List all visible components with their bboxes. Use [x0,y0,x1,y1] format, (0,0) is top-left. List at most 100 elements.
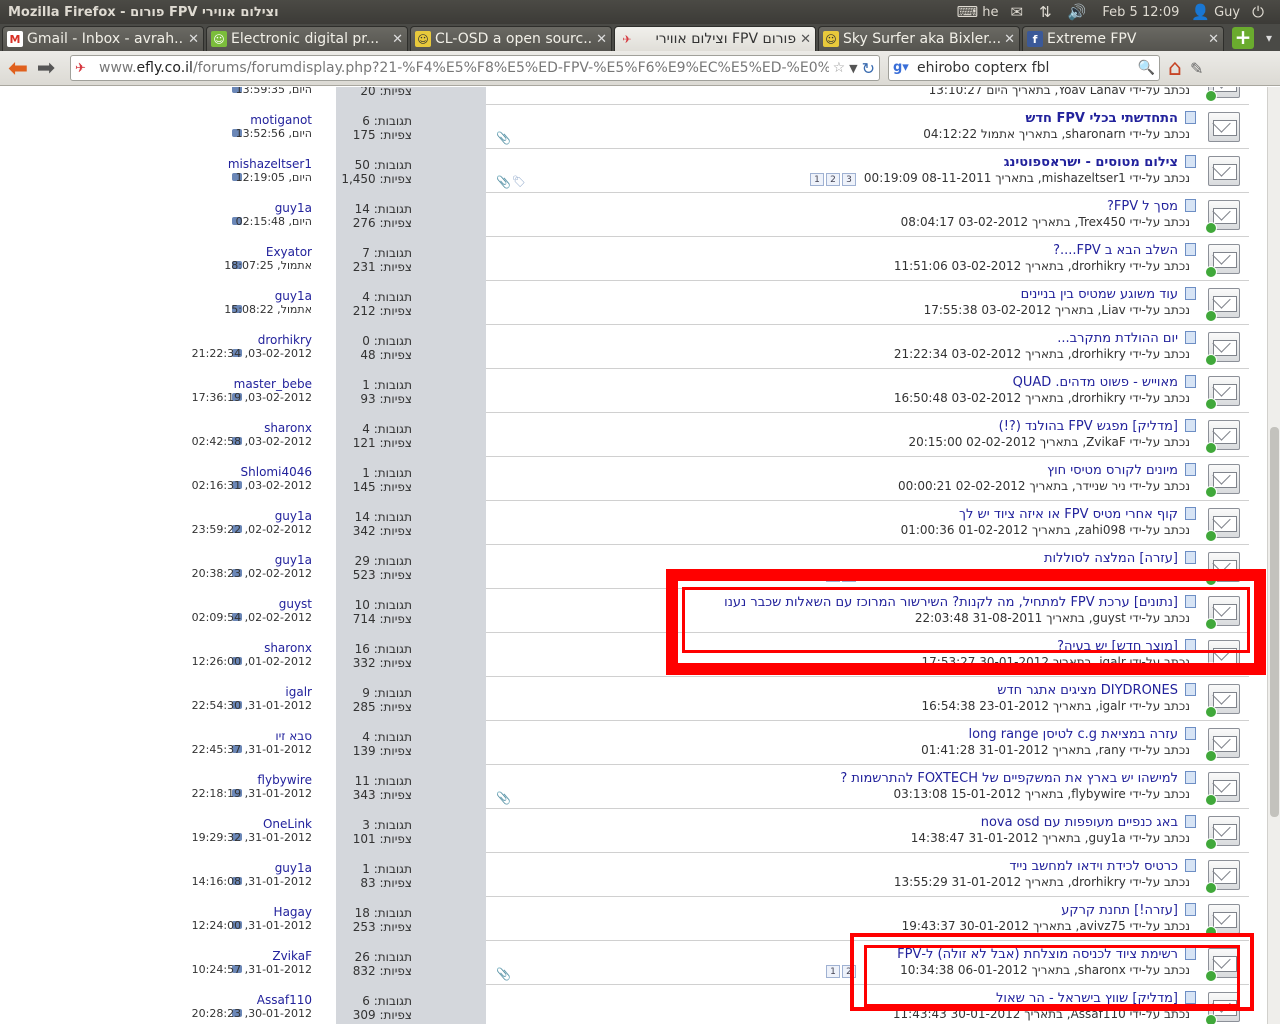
volume-icon[interactable]: 🔊 [1068,3,1091,21]
thread-author[interactable]: mishazeltser1 [1042,171,1126,185]
last-post-user-link[interactable]: drorhikry [258,333,312,347]
thread-author[interactable]: guyst [1093,611,1126,625]
page-link[interactable]: 2 [826,173,840,186]
page-link[interactable]: 2 [842,569,856,582]
last-post-user-link[interactable]: guy1a [275,289,312,303]
thread-author[interactable]: sharonx [1078,963,1126,977]
thread-author[interactable]: matan 144 [1060,567,1125,581]
addon-icon[interactable]: ✎ [1190,59,1203,78]
last-post-user-link[interactable]: Exyator [266,245,312,259]
new-posts-arrow-icon[interactable] [1205,926,1217,938]
thread-title-link[interactable]: מאוייש - פשוט מדהים. QUAD [1013,375,1178,390]
new-posts-arrow-icon[interactable] [1205,1014,1217,1024]
clock[interactable]: Feb 5 12:09 [1102,5,1179,20]
thread-title-link[interactable]: באג כנפיים מעופפות עם nova osd [981,815,1178,830]
thread-title-link[interactable]: מסך ל FPV? [1107,199,1178,214]
thread-author[interactable]: flybywire [1071,787,1126,801]
new-posts-arrow-icon[interactable] [1205,442,1217,454]
thread-author[interactable]: igalr [1099,699,1126,713]
last-post-user-link[interactable]: mishazeltser1 [228,157,312,171]
new-posts-arrow-icon[interactable] [1205,398,1217,410]
power-icon[interactable]: ⏻ [1252,3,1268,21]
new-posts-arrow-icon[interactable] [1205,354,1217,366]
search-input[interactable]: ehirobo copterx fbl [911,60,1138,76]
thread-title-link[interactable]: [עזרה!] תחנת קרקע [1061,903,1178,918]
back-button[interactable]: ⬅ [4,54,32,82]
thread-title-link[interactable]: כרטיס לכידת וידאו למחשב נייד [1009,859,1178,874]
new-posts-arrow-icon[interactable] [1205,970,1217,982]
last-post-user-link[interactable]: sharonx [264,421,312,435]
thread-title-link[interactable]: [מדליק] מפגש FPV בהולנד (?!) [999,419,1178,434]
thread-author[interactable]: guy1a [1088,831,1125,845]
url-bar[interactable]: ✈ www.efly.co.il/forums/forumdisplay.php… [70,55,880,81]
last-post-user-link[interactable]: guyst [279,597,312,611]
forward-button[interactable]: ➡ [32,55,60,81]
thread-title-link[interactable]: למישהו יש בארץ את המשקפיים של FOXTECH לה… [840,771,1178,786]
new-posts-arrow-icon[interactable] [1205,662,1217,674]
new-posts-arrow-icon[interactable] [1205,530,1217,542]
page-link[interactable]: 1 [826,569,840,582]
last-post-user-link[interactable]: igalr [285,685,312,699]
new-posts-arrow-icon[interactable] [1205,706,1217,718]
user-menu[interactable]: 👤 Guy [1191,3,1240,21]
last-post-user-link[interactable]: sharonx [264,641,312,655]
page-link[interactable]: 2 [842,965,856,978]
thread-author[interactable]: avivz75 [1079,919,1125,933]
close-icon[interactable]: ✕ [1208,32,1219,47]
network-icon[interactable]: ⇅ [1039,3,1056,21]
thread-title-link[interactable]: יום ההולדת מתקרב... [1057,331,1178,346]
thread-title-link[interactable]: עזרה במציאת c.g לטיסן long range [969,727,1178,742]
page-link[interactable]: 1 [826,965,840,978]
thread-author[interactable]: ניר שניידר [1076,479,1126,493]
new-posts-arrow-icon[interactable] [1205,794,1217,806]
new-posts-arrow-icon[interactable] [1205,750,1217,762]
close-icon[interactable]: ✕ [596,32,607,47]
search-icon[interactable]: 🔍 [1138,60,1155,76]
dropdown-icon[interactable]: ▼ [849,62,857,75]
last-post-user-link[interactable]: flybywire [257,773,312,787]
last-post-user-link[interactable]: guy1a [275,509,312,523]
new-tab-button[interactable]: + [1232,27,1254,49]
tab-4[interactable]: ☺ Sky Surfer aka Bixler... ✕ [818,26,1020,51]
thread-title-link[interactable]: [נתונים] ערכת FPV למתחיל, מה לקנות? השיר… [724,595,1178,610]
thread-title-link[interactable]: התחדשתי בכלי FPV חדש [1026,111,1178,126]
new-posts-arrow-icon[interactable] [1205,882,1217,894]
new-posts-arrow-icon[interactable] [1205,618,1217,630]
bookmark-star-icon[interactable]: ☆ [833,60,846,76]
new-posts-arrow-icon[interactable] [1205,486,1217,498]
close-icon[interactable]: ✕ [1004,32,1015,47]
google-icon[interactable]: g▾ [893,60,911,76]
thread-author[interactable]: Liav [1101,303,1125,317]
last-post-user-link[interactable]: Shlomi4046 [241,465,312,479]
thread-author[interactable]: sharonarn [1065,127,1126,141]
last-post-user-link[interactable]: Assaf110 [257,993,312,1007]
new-posts-arrow-icon[interactable] [1205,310,1217,322]
new-posts-arrow-icon[interactable] [1205,574,1217,586]
thread-title-link[interactable]: עוד משוגע שמטיס בין בניינים [1021,287,1178,302]
scrollbar-thumb[interactable] [1270,427,1279,817]
page-scrollbar[interactable] [1267,87,1280,1024]
thread-title-link[interactable]: השלב הבא ב FPV....? [1053,243,1178,258]
new-posts-arrow-icon[interactable] [1205,266,1217,278]
thread-title-link[interactable]: [עזרה] המלצה לסוללות [1044,551,1178,566]
thread-title-link[interactable]: קוף אחרי מטיס FPV או איזה ציוד יש לך [959,507,1178,522]
thread-author[interactable]: zahi098 [1078,523,1126,537]
mail-icon[interactable]: ✉ [1011,3,1028,21]
new-posts-arrow-icon[interactable] [1205,838,1217,850]
tab-5[interactable]: f Extreme FPV ✕ [1022,26,1224,51]
new-posts-arrow-icon[interactable] [1205,222,1217,234]
thread-author[interactable]: drorhikry [1072,347,1126,361]
reload-icon[interactable]: ↻ [862,59,875,78]
thread-title-link[interactable]: מיונים לקורס מטיסי חוץ [1047,463,1178,478]
thread-author[interactable]: drorhikry [1072,391,1126,405]
last-post-user-link[interactable]: סבא זיו [275,729,312,743]
thread-author[interactable]: rany [1099,743,1126,757]
thread-author[interactable]: ZvikaF [1086,435,1126,449]
tab-list-icon[interactable]: ▾ [1266,31,1272,45]
thread-title-link[interactable]: רשימת ציוד לכניסה מוצלחת (אבל לא זולה) ל… [897,947,1178,962]
close-icon[interactable]: ✕ [800,32,811,47]
page-link[interactable]: 3 [842,173,856,186]
new-posts-arrow-icon[interactable] [1205,90,1217,102]
last-post-user-link[interactable]: Hagay [274,905,312,919]
thread-author[interactable]: Assaf110 [1071,1007,1126,1021]
